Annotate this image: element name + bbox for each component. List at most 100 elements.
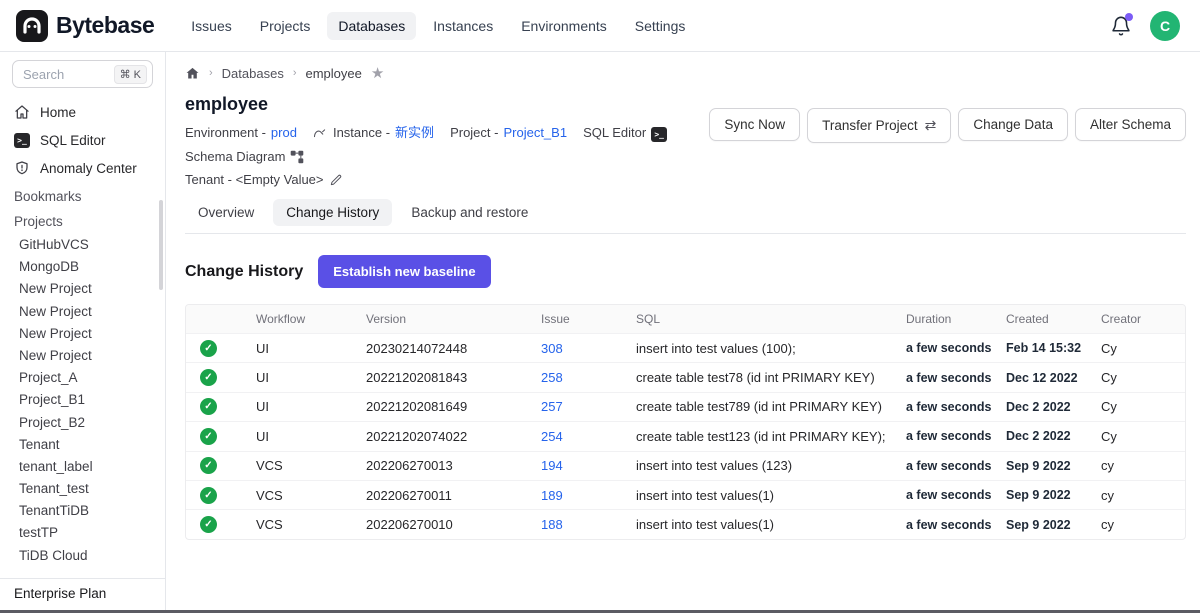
project-item[interactable]: TiDB Cloud (0, 545, 165, 567)
establish-baseline-button[interactable]: Establish new baseline (318, 255, 490, 288)
breadcrumb-separator: › (293, 67, 297, 79)
sidebar-scrollbar[interactable] (159, 200, 163, 290)
project-item[interactable]: New Project (0, 301, 165, 323)
project-item[interactable]: testTP (0, 522, 165, 544)
table-row[interactable]: ✓ VCS 202206270013 194 insert into test … (186, 451, 1185, 480)
issue-link[interactable]: 194 (541, 458, 636, 473)
main-content: › Databases › employee ★ employee Enviro… (166, 52, 1200, 613)
nav-right: C (1110, 11, 1180, 41)
sync-now-button[interactable]: Sync Now (709, 108, 800, 141)
table-row[interactable]: ✓ VCS 202206270010 188 insert into test … (186, 509, 1185, 538)
issue-link[interactable]: 189 (541, 488, 636, 503)
issue-link[interactable]: 188 (541, 517, 636, 532)
cell-sql: insert into test values (100); (636, 341, 906, 356)
success-check-icon: ✓ (200, 487, 217, 504)
schema-diagram-label: Schema Diagram (185, 147, 285, 166)
cell-created: Dec 2 2022 (1006, 400, 1101, 414)
tab-overview[interactable]: Overview (185, 199, 267, 226)
column-header-creator: Creator (1101, 312, 1185, 326)
project-item[interactable]: tenant_label (0, 456, 165, 478)
project-item[interactable]: Project_A (0, 367, 165, 389)
issue-link[interactable]: 254 (541, 429, 636, 444)
nav-item-issues[interactable]: Issues (180, 12, 242, 40)
environment-link[interactable]: prod (271, 123, 297, 142)
cell-version: 20221202074022 (366, 429, 541, 444)
project-item[interactable]: Project_B1 (0, 389, 165, 411)
success-check-icon: ✓ (200, 516, 217, 533)
sidebar-item-sql-editor[interactable]: >_ SQL Editor (0, 126, 165, 154)
column-header-issue: Issue (541, 312, 636, 326)
edit-pencil-icon[interactable] (329, 173, 343, 187)
tab-backup-restore[interactable]: Backup and restore (398, 199, 541, 226)
sidebar-item-anomaly-center[interactable]: Anomaly Center (0, 154, 165, 182)
column-header-created: Created (1006, 312, 1101, 326)
table-row[interactable]: ✓ UI 20221202081843 258 create table tes… (186, 362, 1185, 391)
meta-schema-diagram[interactable]: Schema Diagram (185, 147, 304, 166)
page-header-left: employee Environment - prod Instance - (185, 94, 709, 189)
meta-sql-editor[interactable]: SQL Editor >_ (583, 123, 667, 142)
home-icon (14, 104, 30, 120)
search-input[interactable]: Search ⌘ K (12, 60, 153, 88)
change-data-button[interactable]: Change Data (958, 108, 1068, 141)
notification-bell-icon[interactable] (1110, 15, 1132, 37)
issue-link[interactable]: 308 (541, 341, 636, 356)
alter-schema-button[interactable]: Alter Schema (1075, 108, 1186, 141)
success-check-icon: ✓ (200, 457, 217, 474)
success-check-icon: ✓ (200, 428, 217, 445)
project-item[interactable]: Tenant_test (0, 478, 165, 500)
breadcrumb-databases[interactable]: Databases (222, 66, 284, 81)
cell-duration: a few seconds (906, 400, 1006, 414)
cell-creator: cy (1101, 517, 1185, 532)
cell-version: 202206270011 (366, 488, 541, 503)
breadcrumb-home-icon[interactable] (185, 66, 200, 81)
project-item[interactable]: New Project (0, 278, 165, 300)
top-navbar: Bytebase Issues Projects Databases Insta… (0, 0, 1200, 52)
project-item[interactable]: New Project (0, 345, 165, 367)
issue-link[interactable]: 257 (541, 399, 636, 414)
transfer-project-button[interactable]: Transfer Project ⇄ (807, 108, 951, 143)
brand[interactable]: Bytebase (16, 10, 154, 42)
cell-workflow: UI (256, 429, 366, 444)
nav-item-settings[interactable]: Settings (624, 12, 697, 40)
table-row[interactable]: ✓ UI 20221202081649 257 create table tes… (186, 392, 1185, 421)
sidebar-section-bookmarks[interactable]: Bookmarks (0, 182, 165, 209)
project-item[interactable]: GitHubVCS (0, 234, 165, 256)
cell-sql: create table test789 (id int PRIMARY KEY… (636, 399, 906, 414)
enterprise-plan-footer[interactable]: Enterprise Plan (0, 578, 165, 613)
cell-creator: cy (1101, 458, 1185, 473)
cell-sql: insert into test values(1) (636, 517, 906, 532)
nav-item-projects[interactable]: Projects (249, 12, 322, 40)
sidebar-item-label: Home (40, 105, 76, 120)
cell-creator: Cy (1101, 370, 1185, 385)
favorite-star-icon[interactable]: ★ (371, 66, 384, 81)
project-item[interactable]: New Project (0, 323, 165, 345)
cell-duration: a few seconds (906, 341, 1006, 355)
change-history-table: Workflow Version Issue SQL Duration Crea… (185, 304, 1186, 540)
meta-instance: Instance - 新实例 (313, 123, 434, 142)
sidebar-item-home[interactable]: Home (0, 98, 165, 126)
table-row[interactable]: ✓ UI 20221202074022 254 create table tes… (186, 421, 1185, 450)
cell-version: 20230214072448 (366, 341, 541, 356)
table-row[interactable]: ✓ UI 20230214072448 308 insert into test… (186, 333, 1185, 362)
sidebar-section-projects[interactable]: Projects (0, 209, 165, 234)
tenant-label: Tenant - <Empty Value> (185, 170, 324, 189)
tab-change-history[interactable]: Change History (273, 199, 392, 226)
breadcrumb: › Databases › employee ★ (185, 60, 1186, 86)
project-label: Project - (450, 123, 498, 142)
project-item[interactable]: TenantTiDB (0, 500, 165, 522)
project-item[interactable]: Tenant (0, 434, 165, 456)
nav-item-instances[interactable]: Instances (422, 12, 504, 40)
instance-link[interactable]: 新实例 (395, 123, 434, 142)
project-link[interactable]: Project_B1 (503, 123, 567, 142)
table-row[interactable]: ✓ VCS 202206270011 189 insert into test … (186, 480, 1185, 509)
nav-item-databases[interactable]: Databases (327, 12, 416, 40)
breadcrumb-current[interactable]: employee (306, 66, 362, 81)
sidebar: Search ⌘ K Home >_ SQL Editor Anomaly Ce… (0, 52, 166, 613)
project-item[interactable]: MongoDB (0, 256, 165, 278)
project-item[interactable]: Project_B2 (0, 412, 165, 434)
issue-link[interactable]: 258 (541, 370, 636, 385)
cell-duration: a few seconds (906, 459, 1006, 473)
nav-item-environments[interactable]: Environments (510, 12, 618, 40)
avatar[interactable]: C (1150, 11, 1180, 41)
cell-workflow: UI (256, 399, 366, 414)
